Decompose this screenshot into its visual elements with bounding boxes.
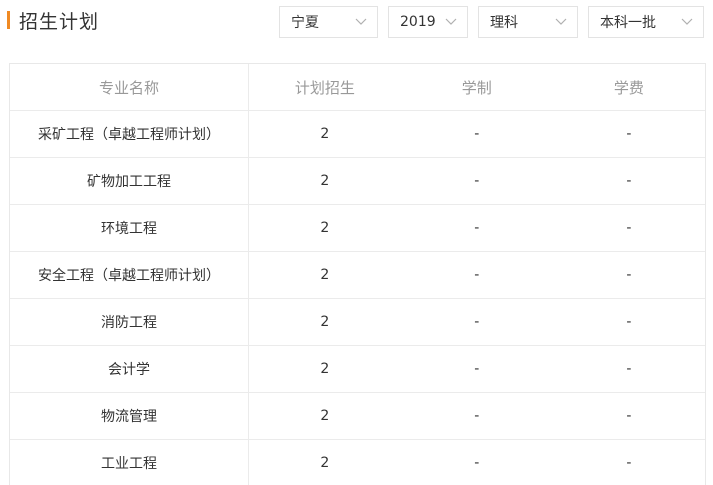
table-header-row: 专业名称 计划招生 学制 学费 — [10, 64, 705, 111]
table-row: 工业工程 2 - - — [10, 439, 705, 485]
column-header-fee: 学费 — [613, 78, 644, 97]
cell-plan: 2 — [320, 220, 330, 236]
province-select[interactable]: 宁夏 — [279, 6, 378, 38]
table-row: 安全工程（卓越工程师计划） 2 - - — [10, 251, 705, 299]
cell-fee: - — [626, 314, 632, 330]
cell-plan: 2 — [320, 173, 330, 189]
chevron-down-icon — [445, 16, 457, 28]
cell-plan: 2 — [320, 126, 330, 142]
table-row: 环境工程 2 - - — [10, 204, 705, 252]
enrollment-table-container: 专业名称 计划招生 学制 学费 采矿工程（卓越工程师计划） 2 - - 矿物加工… — [9, 63, 706, 485]
year-select-value: 2019 — [400, 14, 436, 30]
enrollment-table: 专业名称 计划招生 学制 学费 采矿工程（卓越工程师计划） 2 - - 矿物加工… — [10, 64, 705, 485]
table-row: 矿物加工工程 2 - - — [10, 157, 705, 205]
cell-plan: 2 — [320, 267, 330, 283]
cell-fee: - — [626, 267, 632, 283]
cell-duration: - — [474, 361, 480, 377]
batch-select[interactable]: 本科一批 — [588, 6, 704, 38]
cell-fee: - — [626, 173, 632, 189]
cell-major: 安全工程（卓越工程师计划） — [10, 251, 249, 299]
cell-major: 采矿工程（卓越工程师计划） — [10, 110, 249, 158]
subject-select-value: 理科 — [490, 15, 518, 31]
cell-major: 环境工程 — [10, 204, 249, 252]
cell-duration: - — [474, 220, 480, 236]
chevron-down-icon — [681, 16, 693, 28]
batch-select-value: 本科一批 — [600, 15, 656, 31]
filter-bar: 宁夏 2019 理科 本科一批 — [279, 6, 704, 38]
cell-major: 会计学 — [10, 345, 249, 393]
cell-plan: 2 — [320, 314, 330, 330]
title-accent-bar — [7, 11, 10, 29]
cell-fee: - — [626, 408, 632, 424]
cell-major: 物流管理 — [10, 392, 249, 440]
chevron-down-icon — [355, 16, 367, 28]
cell-fee: - — [626, 126, 632, 142]
cell-fee: - — [626, 455, 632, 471]
enrollment-plan-panel: 招生计划 宁夏 2019 理科 本科一批 专业名称 计划招生 学制 学费 采矿工… — [0, 0, 713, 485]
year-select[interactable]: 2019 — [388, 6, 468, 38]
cell-plan: 2 — [320, 361, 330, 377]
chevron-down-icon — [555, 16, 567, 28]
column-header-duration: 学制 — [461, 78, 492, 97]
column-header-plan: 计划招生 — [294, 78, 355, 97]
cell-duration: - — [474, 314, 480, 330]
subject-select[interactable]: 理科 — [478, 6, 578, 38]
cell-duration: - — [474, 173, 480, 189]
province-select-value: 宁夏 — [291, 15, 319, 31]
cell-major: 消防工程 — [10, 298, 249, 346]
column-header-major: 专业名称 — [10, 64, 249, 111]
cell-duration: - — [474, 126, 480, 142]
table-row: 会计学 2 - - — [10, 345, 705, 393]
cell-plan: 2 — [320, 408, 330, 424]
cell-duration: - — [474, 455, 480, 471]
cell-fee: - — [626, 220, 632, 236]
table-row: 采矿工程（卓越工程师计划） 2 - - — [10, 110, 705, 158]
section-header: 招生计划 — [0, 8, 100, 33]
page-title: 招生计划 — [19, 10, 100, 33]
cell-major: 矿物加工工程 — [10, 157, 249, 205]
cell-major: 工业工程 — [10, 439, 249, 485]
table-row: 消防工程 2 - - — [10, 298, 705, 346]
cell-duration: - — [474, 408, 480, 424]
cell-plan: 2 — [320, 455, 330, 471]
table-row: 物流管理 2 - - — [10, 392, 705, 440]
cell-fee: - — [626, 361, 632, 377]
cell-duration: - — [474, 267, 480, 283]
